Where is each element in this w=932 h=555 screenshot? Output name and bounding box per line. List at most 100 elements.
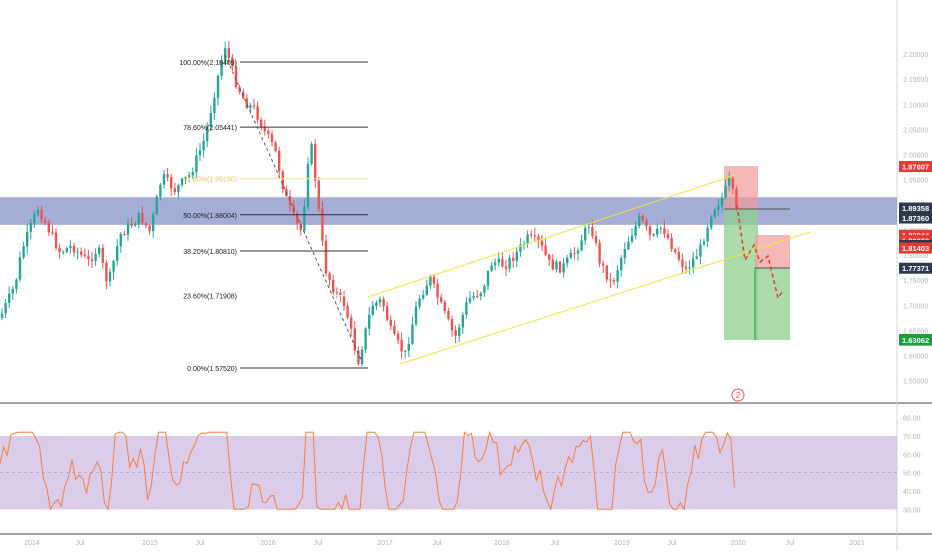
candle-body xyxy=(47,222,50,233)
candle-body xyxy=(688,267,691,269)
fib-label: 0.00%(1.57520) xyxy=(187,366,237,373)
candle-85 xyxy=(306,157,310,211)
candle-body xyxy=(69,245,72,249)
candle-body xyxy=(371,305,374,315)
candle-body xyxy=(710,216,713,228)
price-badge-label: 1.77371 xyxy=(902,264,929,273)
candle-47 xyxy=(170,173,173,196)
candle-body xyxy=(378,299,382,303)
candle-body xyxy=(213,97,216,114)
candle-body xyxy=(62,251,65,253)
candle-body xyxy=(310,144,313,164)
candle-76 xyxy=(274,140,277,153)
candle-70 xyxy=(252,99,256,110)
candle-body xyxy=(641,215,644,221)
fib-level-0[interactable]: 100.00%(2.18409) xyxy=(179,60,368,67)
candle-body xyxy=(486,271,490,286)
rsi-pane xyxy=(0,430,897,511)
candle-15 xyxy=(54,228,58,251)
candle-body xyxy=(396,333,400,341)
candle-170 xyxy=(612,277,616,286)
candle-132 xyxy=(476,290,479,299)
candle-180 xyxy=(648,224,652,241)
time-tick: Jul xyxy=(314,540,323,547)
candle-body xyxy=(216,75,220,98)
candle-body xyxy=(407,343,410,351)
price-tick: 2.05000 xyxy=(903,127,928,134)
candle-33 xyxy=(119,232,122,253)
candle-166 xyxy=(598,239,601,268)
candle-87 xyxy=(314,139,317,189)
fib-level-4[interactable]: 38.20%(1.80810) xyxy=(183,249,368,256)
price-tick: 1.80000 xyxy=(903,253,928,260)
time-tick: Jul xyxy=(786,540,795,547)
fib-level-1[interactable]: 78.60%(2.05441) xyxy=(183,125,368,132)
candle-156 xyxy=(562,258,565,278)
candle-body xyxy=(393,325,396,334)
candle-143 xyxy=(515,248,518,268)
candle-131 xyxy=(472,292,475,301)
candle-147 xyxy=(530,229,533,239)
candle-19 xyxy=(69,240,72,254)
candle-174 xyxy=(627,236,630,251)
event-badge[interactable]: 2 xyxy=(731,388,745,402)
candle-body xyxy=(364,328,367,350)
candle-136 xyxy=(490,262,493,273)
candle-body xyxy=(54,232,58,248)
candle-body xyxy=(670,238,673,250)
candle-body xyxy=(594,236,598,243)
candle-body xyxy=(699,244,702,257)
candle-91 xyxy=(328,271,331,286)
candle-body xyxy=(418,298,421,307)
candle-129 xyxy=(465,296,468,319)
candle-31 xyxy=(112,259,115,280)
price-tick: 1.75000 xyxy=(903,278,928,285)
fib-level-6[interactable]: 0.00%(1.57520) xyxy=(187,366,368,373)
fib-level-2[interactable]: 61.80%(1.95190) xyxy=(183,177,368,184)
candle-29 xyxy=(105,260,108,290)
candle-body xyxy=(605,265,608,280)
candle-159 xyxy=(573,247,576,260)
time-tick: 2018 xyxy=(494,540,510,547)
candle-79 xyxy=(285,185,288,198)
candle-165 xyxy=(594,230,598,246)
candle-6 xyxy=(22,241,25,260)
candle-body xyxy=(191,172,194,176)
time-axis[interactable]: 2014 Jul 2015 Jul 2016 Jul 2017 Jul 2018 Jul 2019 J… xyxy=(24,540,865,547)
candle-body xyxy=(281,171,284,190)
candle-body xyxy=(609,279,612,281)
candle-54 xyxy=(195,148,198,178)
candle-123 xyxy=(443,299,446,315)
candle-body xyxy=(558,261,562,273)
price-chart[interactable]: 100.00%(2.18409) 78.60%(2.05441) 61.80%(1.… xyxy=(0,0,932,550)
candle-body xyxy=(720,197,724,206)
candle-body xyxy=(108,271,112,282)
candle-body xyxy=(634,225,637,236)
candle-body xyxy=(148,225,151,232)
candle-24 xyxy=(87,249,90,267)
candle-body xyxy=(422,294,425,299)
candle-191 xyxy=(688,260,691,275)
candle-body xyxy=(15,279,18,289)
price-tick: 2.10000 xyxy=(903,102,928,109)
candle-body xyxy=(58,247,61,253)
candle-body xyxy=(170,177,173,189)
candle-92 xyxy=(332,274,335,296)
price-tick: 2.20000 xyxy=(903,52,928,59)
candle-body xyxy=(677,252,680,260)
candle-172 xyxy=(620,254,623,277)
candle-158 xyxy=(569,248,572,259)
candle-152 xyxy=(548,253,551,266)
candle-body xyxy=(101,247,104,263)
candle-body xyxy=(645,220,648,227)
candle-body xyxy=(44,220,47,223)
candle-107 xyxy=(386,301,389,322)
price-badge-7: 1.77371 xyxy=(899,262,932,274)
candle-body xyxy=(656,228,659,235)
candle-body xyxy=(198,150,202,156)
position-target-zone-2 xyxy=(755,268,790,340)
candle-195 xyxy=(702,238,706,247)
candle-body xyxy=(29,223,32,232)
time-tick: Jul xyxy=(668,540,677,547)
candle-99 xyxy=(357,346,360,366)
